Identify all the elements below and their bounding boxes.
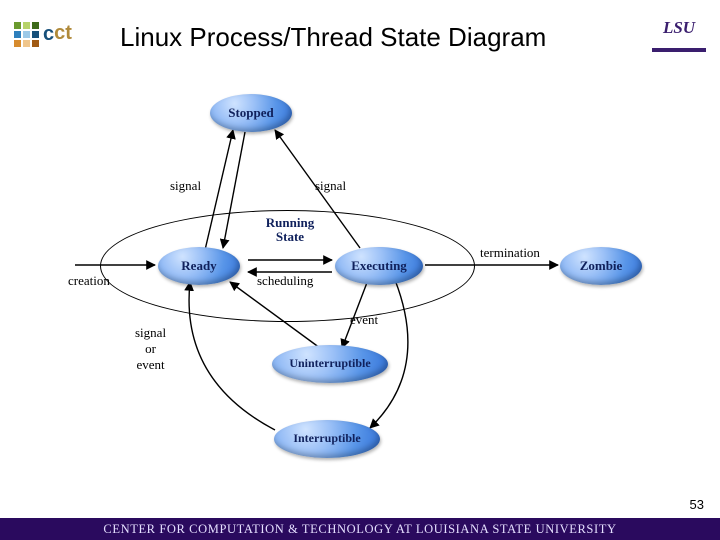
cct-squares-icon (14, 22, 39, 47)
node-executing: Executing (335, 247, 423, 285)
label-scheduling: scheduling (257, 273, 313, 289)
cct-logo: c ct (14, 14, 110, 54)
node-uninterruptible: Uninterruptible (272, 345, 388, 383)
node-interruptible: Interruptible (274, 420, 380, 458)
label-event: event (350, 312, 378, 328)
label-signal-or-event: signal or event (135, 325, 166, 373)
state-diagram: Running State Stopped Ready Executing Zo… (60, 80, 680, 470)
label-signal-left: signal (170, 178, 201, 194)
label-signal-right: signal (315, 178, 346, 194)
cct-logo-letter-c1: c (43, 23, 54, 46)
label-termination: termination (480, 245, 540, 261)
node-ready: Ready (158, 247, 240, 285)
node-stopped: Stopped (210, 94, 292, 132)
page-number: 53 (690, 497, 704, 512)
node-zombie: Zombie (560, 247, 642, 285)
label-creation: creation (68, 273, 110, 289)
cct-logo-ct: ct (54, 22, 72, 45)
footer-bar: CENTER FOR COMPUTATION & TECHNOLOGY AT L… (0, 518, 720, 540)
lsu-logo: LSU (652, 8, 706, 52)
page-title: Linux Process/Thread State Diagram (120, 22, 546, 53)
running-state-title: Running State (260, 216, 320, 245)
